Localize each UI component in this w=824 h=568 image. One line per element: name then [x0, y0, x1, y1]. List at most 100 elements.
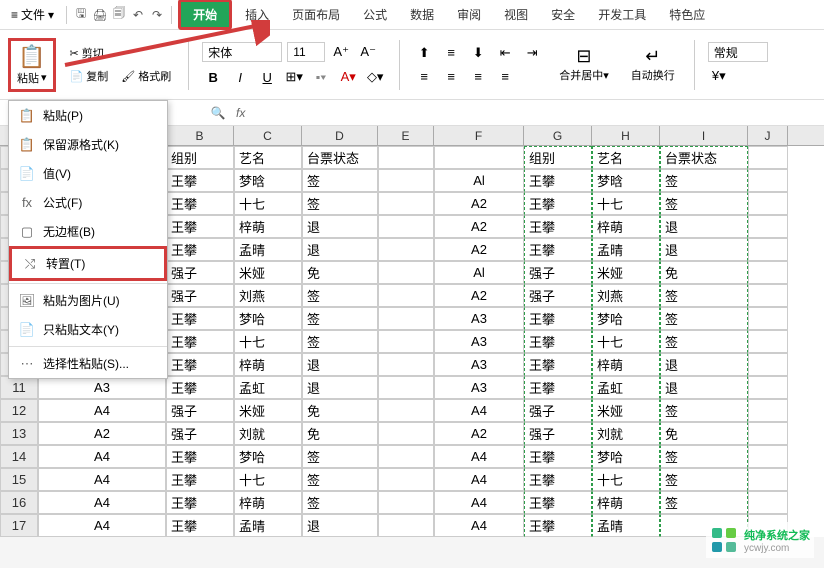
cell[interactable]: A4	[38, 491, 166, 514]
cell[interactable]	[378, 353, 434, 376]
cell[interactable]	[748, 468, 788, 491]
indent-right-icon[interactable]: ⇥	[521, 42, 543, 64]
cell[interactable]: 退	[660, 215, 748, 238]
copy-button[interactable]: 📄复制	[66, 66, 113, 86]
cell[interactable]	[748, 353, 788, 376]
file-menu[interactable]: ≡文件▾	[5, 3, 60, 26]
cell[interactable]: 梓萌	[234, 215, 302, 238]
cell[interactable]: 强子	[166, 284, 234, 307]
tab-formula[interactable]: 公式	[353, 2, 397, 27]
cell[interactable]: 签	[660, 330, 748, 353]
dropdown-item[interactable]: 📋保留源格式(K)	[9, 130, 167, 159]
cell[interactable]: A2	[434, 192, 524, 215]
cell[interactable]: 免	[302, 399, 378, 422]
cell[interactable]: 签	[660, 192, 748, 215]
cell[interactable]: 组别	[166, 146, 234, 169]
row-header[interactable]: 15	[0, 468, 38, 491]
cell[interactable]: A4	[434, 514, 524, 537]
cell[interactable]: 米娅	[592, 261, 660, 284]
cell[interactable]: 米娅	[592, 399, 660, 422]
row-header[interactable]: 16	[0, 491, 38, 514]
align-center-icon[interactable]: ≡	[440, 66, 462, 88]
col-header[interactable]: J	[748, 126, 788, 145]
cell[interactable]: 签	[660, 169, 748, 192]
cell[interactable]	[378, 445, 434, 468]
cell[interactable]: 梦哈	[592, 307, 660, 330]
cell[interactable]: 梓萌	[592, 353, 660, 376]
cell[interactable]	[378, 169, 434, 192]
cell[interactable]: 签	[660, 284, 748, 307]
tab-insert[interactable]: 插入	[235, 2, 279, 27]
cell[interactable]	[378, 284, 434, 307]
cell[interactable]: 刘燕	[592, 284, 660, 307]
cell[interactable]: 王攀	[166, 307, 234, 330]
align-middle-icon[interactable]: ≡	[440, 42, 462, 64]
fx-icon[interactable]: fx	[236, 106, 245, 120]
cell[interactable]: A4	[38, 399, 166, 422]
cell[interactable]: 王攀	[524, 353, 592, 376]
cell[interactable]: 王攀	[524, 491, 592, 514]
cell[interactable]: 退	[302, 215, 378, 238]
cell[interactable]	[378, 376, 434, 399]
align-bottom-icon[interactable]: ⬇	[467, 42, 489, 64]
col-header[interactable]: B	[166, 126, 234, 145]
cell[interactable]: 米娅	[234, 261, 302, 284]
cell[interactable]: 退	[660, 353, 748, 376]
cell[interactable]	[748, 330, 788, 353]
cell[interactable]: 免	[302, 422, 378, 445]
cell[interactable]: 米娅	[234, 399, 302, 422]
number-format-select[interactable]	[708, 42, 768, 62]
redo-icon[interactable]: ↷	[149, 7, 165, 23]
cell[interactable]: 强子	[524, 284, 592, 307]
cell[interactable]: 签	[660, 468, 748, 491]
cell[interactable]: 退	[660, 238, 748, 261]
undo-icon[interactable]: ↶	[130, 7, 146, 23]
cell[interactable]	[748, 146, 788, 169]
cell[interactable]: 刘就	[234, 422, 302, 445]
col-header[interactable]: H	[592, 126, 660, 145]
cell[interactable]	[378, 491, 434, 514]
cell[interactable]	[748, 261, 788, 284]
cell[interactable]: 王攀	[524, 192, 592, 215]
paste-button[interactable]: 📋 粘贴▾	[8, 38, 56, 92]
cell[interactable]: 免	[660, 261, 748, 284]
cell[interactable]	[748, 215, 788, 238]
cell[interactable]	[378, 146, 434, 169]
italic-button[interactable]: I	[229, 66, 251, 88]
col-header[interactable]: E	[378, 126, 434, 145]
dropdown-item[interactable]: 📄值(V)	[9, 159, 167, 188]
cell[interactable]: 签	[660, 491, 748, 514]
cell[interactable]	[748, 307, 788, 330]
tab-review[interactable]: 审阅	[447, 2, 491, 27]
tab-dev[interactable]: 开发工具	[588, 2, 656, 27]
cell[interactable]: 王攀	[166, 192, 234, 215]
row-header[interactable]: 11	[0, 376, 38, 399]
dropdown-item[interactable]: 🖼粘贴为图片(U)	[9, 286, 167, 315]
cell[interactable]	[748, 445, 788, 468]
row-header[interactable]: 17	[0, 514, 38, 537]
cell[interactable]: 签	[302, 468, 378, 491]
cell[interactable]: 签	[302, 491, 378, 514]
cell[interactable]	[748, 376, 788, 399]
cell[interactable]: 王攀	[166, 215, 234, 238]
cell[interactable]: 王攀	[524, 238, 592, 261]
tab-special[interactable]: 特色应	[659, 2, 715, 27]
cell[interactable]: 孟晴	[234, 238, 302, 261]
font-name-select[interactable]	[202, 42, 282, 62]
tab-security[interactable]: 安全	[541, 2, 585, 27]
dropdown-item[interactable]: 📄只粘贴文本(Y)	[9, 315, 167, 344]
cell[interactable]: 签	[302, 169, 378, 192]
search-icon[interactable]: 🔍	[210, 105, 226, 121]
cell[interactable]	[748, 491, 788, 514]
cell[interactable]: 退	[302, 353, 378, 376]
cell[interactable]: 强子	[166, 422, 234, 445]
increase-font-icon[interactable]: A⁺	[330, 41, 352, 63]
dropdown-item[interactable]: 📋粘贴(P)	[9, 101, 167, 130]
print-icon[interactable]: 🖨	[92, 7, 108, 23]
cell[interactable]: 艺名	[234, 146, 302, 169]
cell[interactable]: 艺名	[592, 146, 660, 169]
row-header[interactable]: 13	[0, 422, 38, 445]
cell[interactable]	[378, 468, 434, 491]
cell[interactable]: 王攀	[166, 514, 234, 537]
cell[interactable]: 梦哈	[234, 445, 302, 468]
